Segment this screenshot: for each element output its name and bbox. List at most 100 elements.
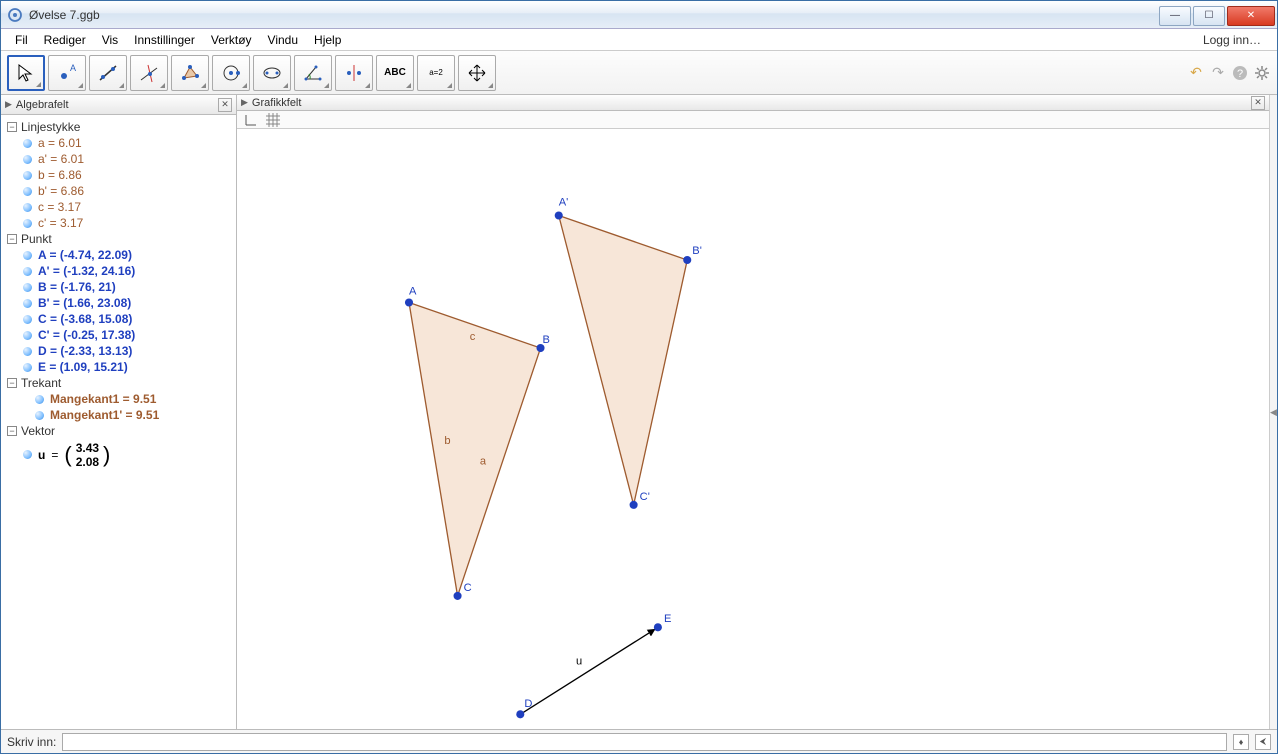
triangle-abc[interactable] bbox=[409, 303, 541, 596]
login-link[interactable]: Logg inn… bbox=[1203, 33, 1271, 47]
minimize-button[interactable]: — bbox=[1159, 6, 1191, 26]
side-expand-handle[interactable]: ◀ bbox=[1269, 95, 1277, 729]
point-E[interactable] bbox=[654, 623, 662, 631]
toolbar: A ABC a=2 ↶ bbox=[1, 51, 1277, 95]
tool-line[interactable] bbox=[89, 55, 127, 91]
tool-reflect[interactable] bbox=[335, 55, 373, 91]
menu-verktoy[interactable]: Verktøy bbox=[203, 31, 260, 49]
toggle-icon[interactable]: − bbox=[7, 378, 17, 388]
tool-polygon[interactable] bbox=[171, 55, 209, 91]
triangle-apbpcp[interactable] bbox=[559, 216, 687, 505]
menu-hjelp[interactable]: Hjelp bbox=[306, 31, 349, 49]
graphics-header[interactable]: ▶ Grafikkfelt ✕ bbox=[237, 95, 1269, 111]
text-icon: ABC bbox=[384, 67, 406, 78]
settings-icon[interactable] bbox=[1253, 64, 1271, 82]
tool-slider[interactable]: a=2 bbox=[417, 55, 455, 91]
tool-text[interactable]: ABC bbox=[376, 55, 414, 91]
leaf-ap[interactable]: a' = 6.01 bbox=[5, 151, 236, 167]
menu-rediger[interactable]: Rediger bbox=[36, 31, 94, 49]
leaf-Ap[interactable]: A' = (-1.32, 24.16) bbox=[5, 263, 236, 279]
bullet-icon bbox=[23, 267, 32, 276]
leaf-B[interactable]: B = (-1.76, 21) bbox=[5, 279, 236, 295]
bullet-icon bbox=[23, 299, 32, 308]
leaf-vector-u[interactable]: u = ( 3.43 2.08 ) bbox=[5, 441, 236, 469]
point-A[interactable] bbox=[405, 299, 413, 307]
tree-group-vektor[interactable]: − Vektor bbox=[5, 423, 236, 439]
graphics-close-icon[interactable]: ✕ bbox=[1251, 96, 1265, 110]
label-E: E bbox=[664, 613, 671, 625]
point-Ap[interactable] bbox=[555, 212, 563, 220]
label-Cp: C' bbox=[640, 491, 650, 503]
menu-fil[interactable]: Fil bbox=[7, 31, 36, 49]
toggle-icon[interactable]: − bbox=[7, 122, 17, 132]
leaf-D[interactable]: D = (-2.33, 13.13) bbox=[5, 343, 236, 359]
leaf-bp[interactable]: b' = 6.86 bbox=[5, 183, 236, 199]
leaf-cp[interactable]: c' = 3.17 bbox=[5, 215, 236, 231]
tree-group-linjestykke[interactable]: − Linjestykke bbox=[5, 119, 236, 135]
graphics-canvas[interactable]: A B C A' B' C' D E a b c u bbox=[237, 129, 1269, 729]
close-button[interactable]: ✕ bbox=[1227, 6, 1275, 26]
bullet-icon bbox=[35, 411, 44, 420]
leaf-Cp[interactable]: C' = (-0.25, 17.38) bbox=[5, 327, 236, 343]
menubar: Fil Rediger Vis Innstillinger Verktøy Vi… bbox=[1, 29, 1277, 51]
leaf-mangekant1p[interactable]: Mangekant1' = 9.51 bbox=[5, 407, 236, 423]
bullet-icon bbox=[23, 315, 32, 324]
point-Cp[interactable] bbox=[630, 501, 638, 509]
tool-perpendicular[interactable] bbox=[130, 55, 168, 91]
algebra-close-icon[interactable]: ✕ bbox=[218, 98, 232, 112]
titlebar[interactable]: Øvelse 7.ggb — ☐ ✕ bbox=[1, 1, 1277, 29]
leaf-A[interactable]: A = (-4.74, 22.09) bbox=[5, 247, 236, 263]
leaf-E[interactable]: E = (1.09, 15.21) bbox=[5, 359, 236, 375]
tool-conic[interactable] bbox=[253, 55, 291, 91]
leaf-b[interactable]: b = 6.86 bbox=[5, 167, 236, 183]
leaf-text: D = (-2.33, 13.13) bbox=[38, 344, 132, 358]
group-label: Trekant bbox=[21, 376, 61, 390]
tool-angle[interactable] bbox=[294, 55, 332, 91]
vector-u[interactable] bbox=[520, 629, 655, 714]
axes-toggle-icon[interactable] bbox=[243, 112, 259, 128]
tool-move[interactable] bbox=[7, 55, 45, 91]
point-Bp[interactable] bbox=[683, 256, 691, 264]
input-history-icon[interactable]: ♦ bbox=[1233, 734, 1249, 750]
toggle-icon[interactable]: − bbox=[7, 234, 17, 244]
bullet-icon bbox=[23, 219, 32, 228]
toolbar-right: ↶ ↷ ? bbox=[1187, 64, 1271, 82]
algebra-tree[interactable]: − Linjestykke a = 6.01 a' = 6.01 b = 6.8… bbox=[1, 115, 236, 729]
bullet-icon bbox=[23, 251, 32, 260]
label-Bp: B' bbox=[692, 245, 702, 257]
tool-circle[interactable] bbox=[212, 55, 250, 91]
point-C[interactable] bbox=[454, 592, 462, 600]
grid-toggle-icon[interactable] bbox=[265, 112, 281, 128]
paren-left-icon: ( bbox=[64, 444, 71, 466]
help-icon[interactable]: ? bbox=[1231, 64, 1249, 82]
redo-icon[interactable]: ↷ bbox=[1209, 64, 1227, 82]
leaf-text: E = (1.09, 15.21) bbox=[38, 360, 128, 374]
vector-values: 3.43 2.08 bbox=[76, 441, 99, 469]
toggle-icon[interactable]: − bbox=[7, 426, 17, 436]
leaf-text: a' = 6.01 bbox=[38, 152, 84, 166]
leaf-c[interactable]: c = 3.17 bbox=[5, 199, 236, 215]
tree-group-trekant[interactable]: − Trekant bbox=[5, 375, 236, 391]
tool-point[interactable]: A bbox=[48, 55, 86, 91]
leaf-Bp[interactable]: B' = (1.66, 23.08) bbox=[5, 295, 236, 311]
graphics-title: Grafikkfelt bbox=[252, 97, 302, 109]
maximize-button[interactable]: ☐ bbox=[1193, 6, 1225, 26]
algebra-header[interactable]: ▶ Algebrafelt ✕ bbox=[1, 95, 236, 115]
collapse-icon: ▶ bbox=[5, 99, 12, 110]
input-help-icon[interactable]: ⮜ bbox=[1255, 734, 1271, 750]
leaf-C[interactable]: C = (-3.68, 15.08) bbox=[5, 311, 236, 327]
leaf-a[interactable]: a = 6.01 bbox=[5, 135, 236, 151]
menu-innstillinger[interactable]: Innstillinger bbox=[126, 31, 203, 49]
leaf-mangekant1[interactable]: Mangekant1 = 9.51 bbox=[5, 391, 236, 407]
label-D: D bbox=[524, 698, 532, 710]
menu-vis[interactable]: Vis bbox=[94, 31, 126, 49]
algebra-panel: ▶ Algebrafelt ✕ − Linjestykke a = 6.01 a… bbox=[1, 95, 237, 729]
command-input[interactable] bbox=[62, 733, 1227, 751]
point-D[interactable] bbox=[516, 710, 524, 718]
tool-move-view[interactable] bbox=[458, 55, 496, 91]
tree-group-punkt[interactable]: − Punkt bbox=[5, 231, 236, 247]
menu-vindu[interactable]: Vindu bbox=[260, 31, 306, 49]
undo-icon[interactable]: ↶ bbox=[1187, 64, 1205, 82]
label-B: B bbox=[543, 334, 550, 346]
leaf-text: B = (-1.76, 21) bbox=[38, 280, 116, 294]
